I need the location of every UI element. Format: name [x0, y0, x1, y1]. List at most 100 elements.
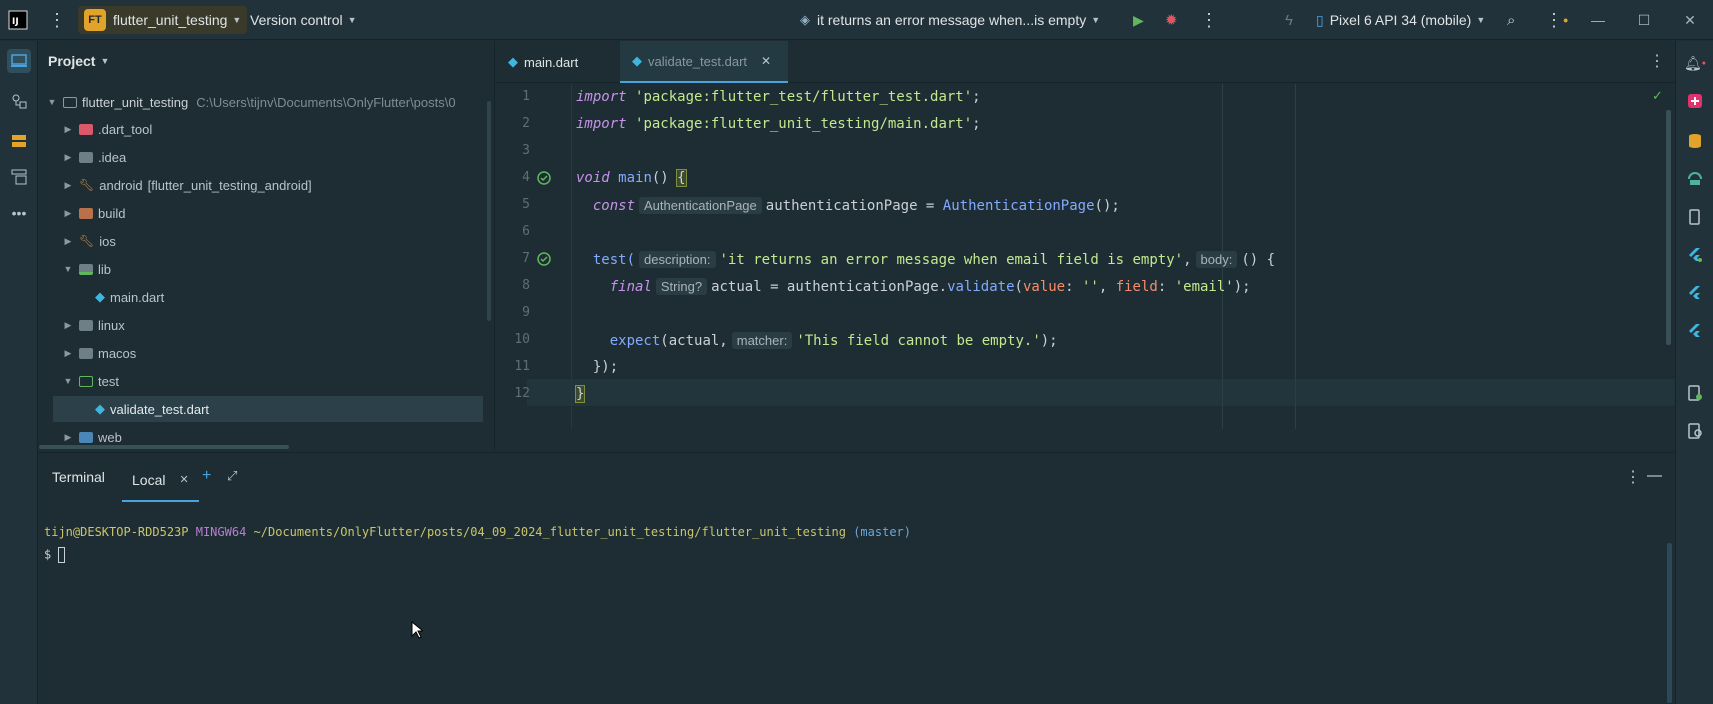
terminal-options-icon[interactable]: ⋮ — [1625, 467, 1641, 487]
project-tool-icon[interactable] — [7, 49, 31, 73]
param-hint: description: — [639, 251, 716, 268]
device-mirroring-icon[interactable] — [1683, 167, 1707, 191]
tree-item-build[interactable]: ▶ build — [39, 200, 479, 226]
main-menu-icon[interactable]: ⋮ — [48, 0, 66, 40]
folder-icon — [79, 431, 93, 443]
hot-reload-icon[interactable]: ϟ — [1285, 0, 1293, 40]
flutter-outline-icon[interactable] — [1683, 281, 1707, 305]
tree-item-lib[interactable]: ▼ lib — [39, 256, 479, 282]
chevron-right-icon: ▶ — [64, 123, 72, 134]
tree-item-label: macos — [98, 345, 137, 361]
device-file-explorer-icon[interactable] — [1683, 381, 1707, 405]
run-config-label: it returns an error message when...is em… — [817, 12, 1087, 28]
new-terminal-tab-icon[interactable]: + — [202, 467, 211, 485]
more-tools-icon[interactable]: ••• — [7, 201, 31, 225]
database-icon[interactable] — [1683, 129, 1707, 153]
hide-panel-icon[interactable]: — — [1647, 467, 1662, 484]
version-control-label: Version control — [250, 12, 343, 28]
wrench-icon: 🔧︎ — [79, 178, 95, 192]
run-icon[interactable]: ▶ — [1133, 0, 1144, 40]
tab-label: main.dart — [524, 54, 579, 70]
vertical-scrollbar[interactable] — [487, 101, 491, 321]
code-line-11: }); — [592, 359, 619, 375]
line-number: 5 — [522, 197, 530, 212]
project-view-selector[interactable]: Project ▼ — [48, 49, 109, 73]
device-manager-icon[interactable] — [1683, 205, 1707, 229]
tree-item-dart-tool[interactable]: ▶ .dart_tool — [39, 116, 479, 142]
mouse-pointer-icon — [411, 620, 425, 642]
tree-item-test[interactable]: ▼ test — [39, 368, 479, 394]
terminal-title: Terminal — [52, 469, 105, 485]
terminal-input-line[interactable]: $ — [44, 547, 66, 563]
project-panel-title: Project — [48, 53, 96, 69]
chevron-down-icon: ▼ — [1476, 15, 1486, 25]
line-number: 7 — [522, 251, 530, 266]
inspection-ok-icon[interactable]: ✓ — [1652, 88, 1663, 104]
tree-item-ios[interactable]: ▶ 🔧︎ ios — [39, 228, 479, 254]
tab-validate-test[interactable]: ◆ validate_test.dart ✕ — [620, 41, 788, 83]
tree-item-label: main.dart — [110, 289, 165, 305]
app-logo-icon[interactable]: IJ — [8, 0, 28, 40]
right-tool-strip: 🔔︎ ● — [1675, 41, 1713, 704]
tree-item-android[interactable]: ▶ 🔧︎ android [flutter_unit_testing_andro… — [39, 172, 479, 198]
tree-root[interactable]: ▼ flutter_unit_testing C:\Users\tijnv\Do… — [39, 89, 479, 115]
code-line-12: } — [574, 385, 586, 403]
tree-item-label: ios — [99, 233, 116, 249]
code-line-7: test(description:'it returns an error me… — [592, 251, 1276, 268]
editor-tabs: ◆ main.dart ◆ validate_test.dart ✕ ⋮ — [496, 41, 1675, 83]
tab-options-icon[interactable]: ⋮ — [1649, 51, 1665, 71]
terminal-scrollbar[interactable] — [1667, 543, 1672, 703]
tree-item-linux[interactable]: ▶ linux — [39, 312, 479, 338]
tab-local[interactable]: Local ✕ — [122, 459, 199, 502]
search-icon[interactable]: ⌕ — [1507, 0, 1515, 40]
chevron-right-icon: ▶ — [64, 207, 72, 218]
chevron-down-icon: ▼ — [100, 56, 110, 66]
line-number: 2 — [522, 116, 530, 131]
close-tab-icon[interactable]: ✕ — [761, 54, 771, 68]
project-selector[interactable]: FT flutter_unit_testing ▼ — [78, 6, 248, 34]
structure-tool-icon[interactable] — [7, 89, 31, 113]
device-selector[interactable]: ▯ Pixel 6 API 34 (mobile) ▼ — [1316, 0, 1485, 40]
tree-item-main-dart[interactable]: ◆ main.dart — [39, 284, 479, 310]
dart-file-icon: ◆ — [95, 289, 105, 304]
build-variants-icon[interactable] — [7, 165, 31, 189]
tree-item-idea[interactable]: ▶ .idea — [39, 144, 479, 170]
tree-item-macos[interactable]: ▶ macos — [39, 340, 479, 366]
notifications-icon[interactable]: 🔔︎ ● — [1683, 51, 1707, 75]
line-gutter: 1 2 3 4 5 6 7 8 9 10 11 12 — [496, 84, 572, 429]
run-test-gutter-icon[interactable] — [537, 252, 551, 269]
tree-item-label: android — [99, 177, 143, 193]
flutter-inspector-icon[interactable] — [1683, 243, 1707, 267]
app-inspection-icon[interactable] — [1683, 419, 1707, 443]
close-window-button[interactable]: ✕ — [1667, 0, 1713, 40]
flutter-performance-icon[interactable] — [1683, 319, 1707, 343]
run-config-selector[interactable]: ◈ it returns an error message when...is … — [800, 0, 1100, 40]
chevron-down-icon: ▼ — [47, 97, 57, 107]
minimize-button[interactable]: — — [1575, 0, 1621, 40]
type-hint: String? — [655, 278, 708, 295]
debug-icon[interactable]: ✹ — [1165, 0, 1178, 40]
version-control-menu[interactable]: Version control ▼ — [250, 0, 357, 40]
tree-item-label: build — [98, 205, 126, 221]
maximize-button[interactable]: ☐ — [1621, 0, 1667, 40]
tree-item-validate-test[interactable]: ◆ validate_test.dart — [53, 396, 483, 422]
chevron-right-icon: ▶ — [64, 179, 72, 190]
tab-main-dart[interactable]: ◆ main.dart — [496, 41, 590, 83]
wrench-icon: 🔧︎ — [79, 234, 95, 248]
settings-icon[interactable]: ⋮ ● — [1545, 0, 1568, 40]
ai-assistant-icon[interactable] — [1683, 89, 1707, 113]
line-number: 9 — [522, 305, 530, 320]
line-number: 12 — [514, 386, 530, 401]
folder-icon — [79, 347, 93, 359]
run-test-gutter-icon[interactable] — [537, 171, 551, 188]
dart-file-icon: ◆ — [632, 53, 642, 68]
editor-scrollbar[interactable] — [1666, 110, 1671, 345]
resource-manager-icon[interactable] — [7, 129, 31, 153]
horizontal-scrollbar[interactable] — [39, 445, 289, 449]
expand-icon[interactable]: ⤢ — [227, 468, 237, 484]
more-actions-icon[interactable]: ⋮ — [1200, 0, 1218, 40]
dart-file-icon: ◆ — [508, 54, 518, 69]
close-tab-icon[interactable]: ✕ — [179, 473, 188, 486]
folder-icon — [79, 375, 93, 387]
folder-icon — [63, 96, 77, 108]
